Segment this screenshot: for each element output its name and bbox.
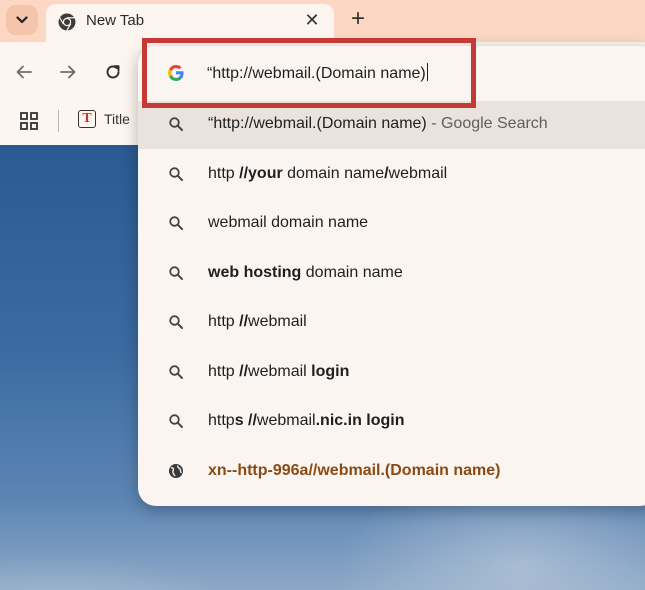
suggestion-text-part: domain name [301, 263, 403, 281]
suggestion-item[interactable]: xn--http-996a//webmail.(Domain name) [138, 448, 645, 496]
suggestion-text: https //webmail.nic.in login [208, 412, 405, 430]
suggestion-text-part: http [208, 164, 240, 182]
suggestion-text: http //webmail [208, 313, 307, 331]
tab-new-tab[interactable]: New Tab ✕ [46, 4, 334, 42]
suggestion-item[interactable]: web hosting domain name [138, 250, 645, 298]
suggestion-text-part: web hosting [208, 263, 302, 281]
tab-title: New Tab [86, 12, 145, 29]
suggestion-text-part: //your [239, 164, 283, 182]
search-icon [168, 265, 184, 281]
search-icon [168, 166, 184, 182]
search-icon [168, 364, 184, 380]
suggestion-text-part: .nic.in login [315, 412, 405, 429]
suggestion-item[interactable]: http //your domain name/webmail [138, 151, 645, 199]
bookmark-label: Title [104, 111, 130, 127]
suggestion-text-part: webmail [248, 313, 307, 330]
suggestion-text-part: login [311, 362, 350, 380]
bookmark-favicon-icon: T [78, 110, 96, 128]
suggestion-text-part: webmail [256, 412, 316, 429]
suggestion-text-part: http [208, 362, 240, 380]
search-icon [168, 314, 184, 330]
bookmarks-divider [58, 110, 59, 132]
suggestion-text-part: // [239, 362, 249, 380]
suggestion-text: http //webmail login [208, 363, 349, 381]
suggestion-text-part: webmail [388, 164, 448, 182]
apps-grid-icon[interactable] [20, 112, 38, 130]
chevron-down-icon [16, 16, 28, 24]
suggestion-item[interactable]: http //webmail login [138, 349, 645, 397]
suggestion-text-part: xn--http-996a//webmail.(Domain name) [208, 461, 501, 479]
forward-button[interactable] [56, 60, 80, 84]
suggestion-item[interactable]: https //webmail.nic.in login [138, 398, 645, 446]
suggestion-item[interactable]: http //webmail [138, 299, 645, 347]
suggestion-text-part: “http://webmail.(Domain name) [208, 115, 427, 132]
tab-search-button[interactable] [6, 5, 38, 35]
search-icon [168, 413, 184, 429]
suggestion-text: http //your domain name/webmail [208, 165, 447, 183]
suggestion-text-part: domain name [282, 164, 385, 182]
reload-button[interactable] [101, 60, 125, 84]
search-icon [168, 116, 184, 132]
tab-strip: New Tab ✕ + [0, 0, 645, 42]
reload-icon [106, 65, 120, 79]
bookmark-item[interactable]: T Title [78, 110, 130, 128]
suggestion-item[interactable]: webmail domain name [138, 200, 645, 248]
arrow-left-icon [16, 65, 32, 79]
suggestion-text-part: http [208, 412, 235, 429]
globe-icon [168, 463, 184, 479]
suggestion-item[interactable]: “http://webmail.(Domain name) - Google S… [138, 101, 645, 149]
omnibox-dropdown: “http://webmail.(Domain name) “http://we… [138, 46, 645, 506]
suggestion-text: xn--http-996a//webmail.(Domain name) [208, 462, 501, 480]
suggestion-text: webmail domain name [208, 214, 368, 232]
annotation-highlight-box [142, 38, 476, 108]
suggestion-text: web hosting domain name [208, 264, 403, 282]
new-tab-button[interactable]: + [345, 7, 371, 31]
suggestion-text-part: // [239, 313, 249, 330]
suggestion-suffix: Google Search [440, 115, 548, 132]
back-button[interactable] [12, 60, 36, 84]
search-icon [168, 215, 184, 231]
chrome-icon [58, 13, 76, 31]
close-tab-icon[interactable]: ✕ [302, 10, 322, 31]
suggestion-separator: - [426, 115, 441, 132]
suggestion-text-part: webmail [248, 362, 312, 380]
suggestion-text-part: webmail domain name [208, 214, 369, 231]
arrow-right-icon [60, 65, 76, 79]
suggestion-text-part: s // [234, 412, 257, 429]
suggestion-text: “http://webmail.(Domain name) - Google S… [208, 115, 548, 133]
suggestion-text-part: http [208, 313, 240, 330]
